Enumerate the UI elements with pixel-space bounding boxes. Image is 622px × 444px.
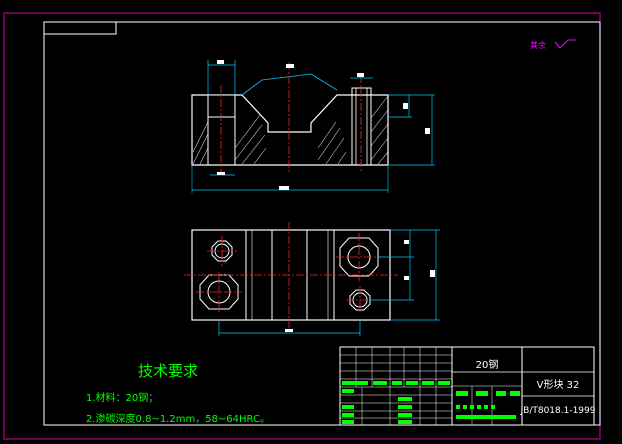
top-view bbox=[184, 222, 440, 336]
technical-requirements: 技术要求 1.材料：20钢； 2.渗碳深度0.8~1.2mm，58~64HRC。 bbox=[86, 362, 270, 425]
roughness-symbol-icon bbox=[554, 39, 576, 49]
tech-line-1: 1.材料：20钢； bbox=[86, 391, 158, 404]
roughness-note-text: 其余 bbox=[530, 40, 546, 50]
tech-title: 技术要求 bbox=[138, 362, 198, 380]
title-block: 20钢 V形块 32 JB/T8018.1-1999 bbox=[339, 346, 596, 426]
roughness-note: 其余 bbox=[530, 39, 576, 50]
left-counterbore bbox=[207, 94, 236, 118]
material-cell: 20钢 bbox=[476, 358, 499, 371]
front-view bbox=[191, 60, 435, 193]
tech-line-2: 2.渗碳深度0.8~1.2mm，58~64HRC。 bbox=[86, 412, 270, 425]
overall-length-dim-text bbox=[279, 186, 289, 190]
front-view-dimensions bbox=[207, 60, 435, 176]
engineering-drawing: 其余 技术要求 1.材料：20钢； 2.渗碳深度0.8~1.2mm，58~64H… bbox=[3, 12, 601, 440]
inner-frame bbox=[43, 21, 601, 426]
drawing-number-cell: JB/T8018.1-1999 bbox=[519, 406, 595, 416]
corner-box bbox=[43, 21, 117, 35]
sheet-border bbox=[3, 12, 601, 440]
right-pin-hole bbox=[351, 87, 372, 166]
part-name-cell: V形块 32 bbox=[537, 379, 580, 391]
title-block-labels bbox=[342, 381, 520, 424]
